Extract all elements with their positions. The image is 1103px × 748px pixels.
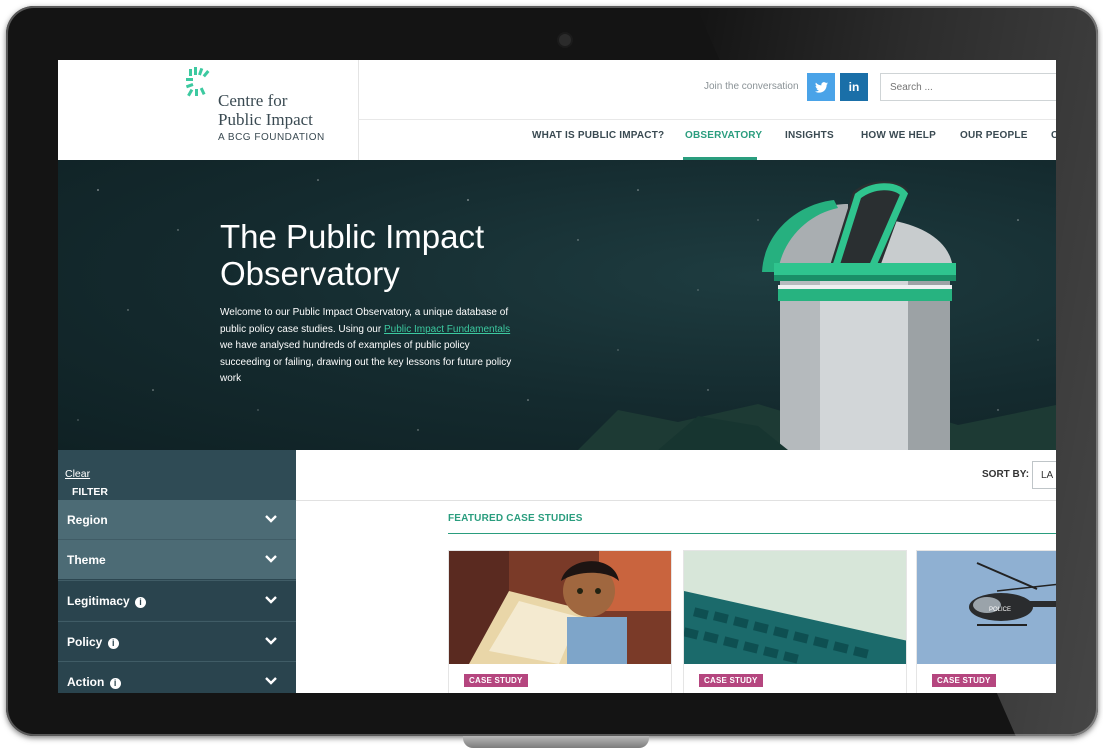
linkedin-button[interactable]: in bbox=[840, 73, 868, 101]
chevron-down-icon bbox=[265, 637, 277, 645]
filter-results-header: FILTER RESULTS Clear bbox=[58, 450, 296, 510]
nav-more[interactable]: C bbox=[1051, 130, 1056, 141]
chevron-down-icon bbox=[265, 515, 277, 523]
sort-by-label: SORT BY: bbox=[982, 469, 1030, 480]
info-icon[interactable]: i bbox=[109, 678, 121, 689]
filter-region-label: Region bbox=[67, 513, 108, 527]
site-header: Centre for Public Impact A BCG FOUNDATIO… bbox=[58, 60, 1056, 161]
logo-link[interactable]: Centre for Public Impact A BCG FOUNDATIO… bbox=[58, 60, 359, 160]
case-study-badge: CASE STUDY bbox=[932, 674, 996, 687]
filter-sidebar: FILTER RESULTS Clear Region Theme Legiti… bbox=[58, 450, 296, 693]
hero-description: Welcome to our Public Impact Observatory… bbox=[220, 305, 520, 388]
case-study-card[interactable]: POLICE CASE STUDY bbox=[916, 550, 1056, 693]
linkedin-icon: in bbox=[848, 80, 860, 94]
logo-text-line1: Centre for bbox=[218, 91, 288, 110]
nav-how-we-help[interactable]: HOW WE HELP bbox=[861, 130, 936, 141]
filter-theme[interactable]: Theme bbox=[58, 540, 296, 579]
case-study-card[interactable]: CASE STUDY bbox=[683, 550, 907, 693]
svg-text:POLICE: POLICE bbox=[989, 607, 1011, 613]
card-image-keyboard bbox=[684, 551, 906, 664]
observatory-illustration bbox=[77, 179, 1056, 450]
nav-insights[interactable]: INSIGHTS bbox=[785, 130, 834, 141]
logo-mark-icon bbox=[186, 67, 210, 97]
case-study-badge: CASE STUDY bbox=[699, 674, 763, 687]
filter-policy-label: Policy bbox=[67, 635, 103, 649]
clear-filters-link[interactable]: Clear bbox=[65, 468, 90, 480]
info-icon[interactable]: i bbox=[135, 597, 147, 608]
camera-icon bbox=[559, 34, 571, 46]
chevron-down-icon bbox=[265, 677, 277, 685]
nav-what-is-public-impact[interactable]: WHAT IS PUBLIC IMPACT? bbox=[532, 130, 664, 141]
filter-theme-label: Theme bbox=[67, 553, 106, 567]
featured-divider bbox=[448, 533, 1056, 534]
filter-legitimacy-label: Legitimacy bbox=[67, 594, 130, 608]
filter-action-label: Action bbox=[67, 675, 105, 689]
browser-screen: Centre for Public Impact A BCG FOUNDATIO… bbox=[58, 60, 1056, 693]
featured-heading: FEATURED CASE STUDIES bbox=[448, 513, 583, 524]
laptop-stand bbox=[463, 736, 649, 748]
nav-divider bbox=[358, 119, 1056, 120]
logo-text-line2: Public Impact bbox=[218, 110, 313, 129]
case-study-badge: CASE STUDY bbox=[464, 674, 528, 687]
nav-observatory[interactable]: OBSERVATORY bbox=[685, 130, 762, 141]
card-image-helicopter: POLICE bbox=[917, 551, 1056, 664]
filter-action[interactable]: Action i bbox=[58, 662, 296, 693]
sort-bar: SORT BY: LA bbox=[296, 450, 1056, 501]
filter-legitimacy[interactable]: Legitimacy i bbox=[58, 581, 296, 620]
twitter-button[interactable] bbox=[807, 73, 835, 101]
nav-our-people[interactable]: OUR PEOPLE bbox=[960, 130, 1028, 141]
hero-title: The Public Impact Observatory bbox=[220, 218, 485, 292]
hero-banner: The Public Impact Observatory Welcome to… bbox=[58, 160, 1056, 450]
info-icon[interactable]: i bbox=[107, 638, 119, 649]
search-input[interactable] bbox=[880, 73, 1056, 101]
sort-select[interactable]: LA bbox=[1032, 461, 1056, 489]
filter-region[interactable]: Region bbox=[58, 500, 296, 539]
card-image-child-reading bbox=[449, 551, 671, 664]
case-study-card[interactable]: CASE STUDY bbox=[448, 550, 672, 693]
chevron-down-icon bbox=[265, 555, 277, 563]
filter-policy[interactable]: Policy i bbox=[58, 622, 296, 661]
laptop-frame: Centre for Public Impact A BCG FOUNDATIO… bbox=[6, 6, 1098, 736]
chevron-down-icon bbox=[265, 596, 277, 604]
twitter-icon bbox=[814, 81, 828, 93]
logo-tagline: A BCG FOUNDATION bbox=[218, 132, 325, 143]
hero-text-part2: we have analysed hundreds of examples of… bbox=[220, 340, 512, 384]
public-impact-fundamentals-link[interactable]: Public Impact Fundamentals bbox=[384, 324, 510, 335]
join-conversation-text: Join the conversation bbox=[704, 81, 799, 92]
